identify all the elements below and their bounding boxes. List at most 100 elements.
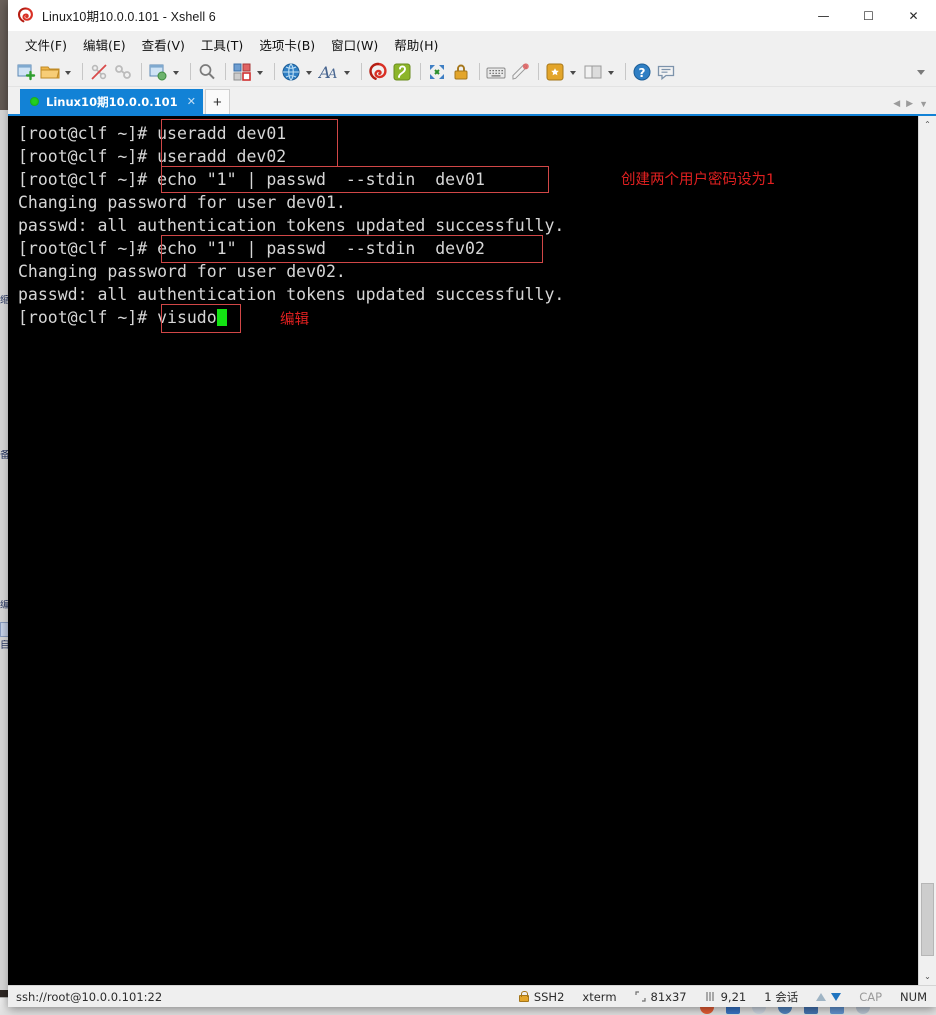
close-button[interactable]: ✕ [891,0,936,31]
transfer-icon[interactable] [231,61,253,83]
tab-nav-next-icon[interactable]: ▶ [906,98,913,109]
tab-active-session[interactable]: Linux10期10.0.0.101 ✕ [20,89,203,114]
terminal-area: [root@clf ~]# useradd dev01 [root@clf ~]… [8,116,936,985]
svg-text:A: A [327,67,337,82]
terminal-line: [root@clf ~]# useradd dev02 [18,147,287,166]
connected-dot-icon [30,97,39,106]
terminal-line-with-cursor: [root@clf ~]# visudo [18,306,918,329]
terminal-line: [root@clf ~]# useradd dev01 [18,124,287,143]
terminal-line: passwd: all authentication tokens update… [18,216,565,235]
status-transfer-cell [807,986,850,1007]
caret-globe-icon[interactable] [304,61,315,83]
toolbar: A A ? [8,57,936,87]
xshell-icon[interactable] [367,61,389,83]
help-icon[interactable]: ? [631,61,653,83]
menu-help[interactable]: 帮助(H) [387,32,445,57]
caret-font-icon[interactable] [342,61,353,83]
chat-icon[interactable] [655,61,677,83]
lock-icon[interactable] [450,61,472,83]
tab-close-icon[interactable]: ✕ [187,95,196,108]
layout-icon[interactable] [582,61,604,83]
menu-bar: 文件(F) 编辑(E) 查看(V) 工具(T) 选项卡(B) 窗口(W) 帮助(… [8,31,936,57]
status-right-group: SSH2 xterm 81x37 9,21 1 会话 CAP NUM [510,986,936,1007]
toolbar-separator [538,63,539,80]
xftp-icon[interactable] [391,61,413,83]
minimize-button[interactable]: — [801,0,846,31]
new-tab-plus-icon[interactable]: + [204,89,230,114]
terminal-size-icon [634,991,646,1002]
tab-bar: Linux10期10.0.0.101 ✕ + ◀ ▶ ▼ [8,87,936,116]
open-folder-icon[interactable] [39,61,61,83]
annotation-edit: 编辑 [280,312,309,328]
scrollbar-down-button[interactable]: ⌄ [919,968,936,985]
download-arrow-icon [831,992,842,1001]
terminal-line: Changing password for user dev02. [18,262,346,281]
caret-properties-icon[interactable] [171,61,182,83]
new-session-icon[interactable] [15,61,37,83]
status-num: NUM [900,989,927,1004]
status-terminal-type: xterm [582,989,617,1004]
status-protocol-cell[interactable]: SSH2 [510,986,574,1007]
status-sessions-cell[interactable]: 1 会话 [755,986,807,1007]
fullscreen-icon[interactable] [426,61,448,83]
status-cursor-cell[interactable]: 9,21 [696,986,756,1007]
status-sessions: 1 会话 [764,989,799,1004]
toolbar-separator [274,63,275,80]
toolbar-separator [190,63,191,80]
caret-layout-icon[interactable] [606,61,617,83]
tab-nav-menu-icon[interactable]: ▼ [919,99,928,109]
globe-icon[interactable] [280,61,302,83]
menu-edit[interactable]: 编辑(E) [76,32,133,57]
disconnect-icon[interactable] [88,61,110,83]
toolbar-separator [479,63,480,80]
status-terminal-type-cell[interactable]: xterm [573,986,625,1007]
window-controls: — ☐ ✕ [801,0,936,31]
ssh-lock-icon [518,991,529,1002]
status-size: 81x37 [650,989,687,1004]
toolbar-separator [141,63,142,80]
terminal-line: [root@clf ~]# echo "1" | passwd --stdin … [18,239,485,258]
highlight-icon[interactable] [509,61,531,83]
xshell-window: Linux10期10.0.0.101 - Xshell 6 — ☐ ✕ 文件(F… [8,0,936,1007]
toolbar-separator [420,63,421,80]
status-caps-cell: CAP [850,986,891,1007]
toolbar-separator [361,63,362,80]
cursor-position-icon [705,991,716,1002]
terminal-line: passwd: all authentication tokens update… [18,285,565,304]
menu-view[interactable]: 查看(V) [135,32,192,57]
tab-nav-prev-icon[interactable]: ◀ [893,98,900,109]
caret-transfer-icon[interactable] [255,61,266,83]
menu-tools[interactable]: 工具(T) [194,32,250,57]
scrollbar-up-button[interactable]: ⌃ [919,116,936,133]
terminal-scrollbar[interactable]: ⌃ ⌄ [918,116,936,985]
upload-arrow-icon [816,992,827,1001]
status-cursor-position: 9,21 [720,989,747,1004]
terminal-cursor [216,309,227,326]
scrollbar-thumb[interactable] [921,883,934,956]
keyboard-icon[interactable] [485,61,507,83]
toolbar-separator [225,63,226,80]
maximize-button[interactable]: ☐ [846,0,891,31]
menu-tab[interactable]: 选项卡(B) [252,32,322,57]
toolbar-separator [82,63,83,80]
window-title: Linux10期10.0.0.101 - Xshell 6 [42,10,216,24]
connect-icon[interactable] [112,61,134,83]
terminal-line-text: [root@clf ~]# visudo [18,308,217,327]
tab-navigation: ◀ ▶ ▼ [893,98,936,114]
status-protocol: SSH2 [533,989,565,1004]
status-num-cell: NUM [891,986,936,1007]
menu-file[interactable]: 文件(F) [18,32,74,57]
caret-open-folder-icon[interactable] [63,61,74,83]
status-caps: CAP [859,989,883,1004]
menu-window[interactable]: 窗口(W) [324,32,385,57]
xshell-logo-icon [17,7,34,24]
caret-script-icon[interactable] [568,61,579,83]
status-size-cell[interactable]: 81x37 [626,986,696,1007]
toolbar-overflow-icon[interactable] [916,57,928,86]
find-icon[interactable] [196,61,218,83]
status-connection-url: ssh://root@10.0.0.101:22 [16,989,163,1004]
font-icon[interactable]: A A [318,61,340,83]
properties-icon[interactable] [147,61,169,83]
terminal-output[interactable]: [root@clf ~]# useradd dev01 [root@clf ~]… [8,116,918,985]
script-icon[interactable] [544,61,566,83]
